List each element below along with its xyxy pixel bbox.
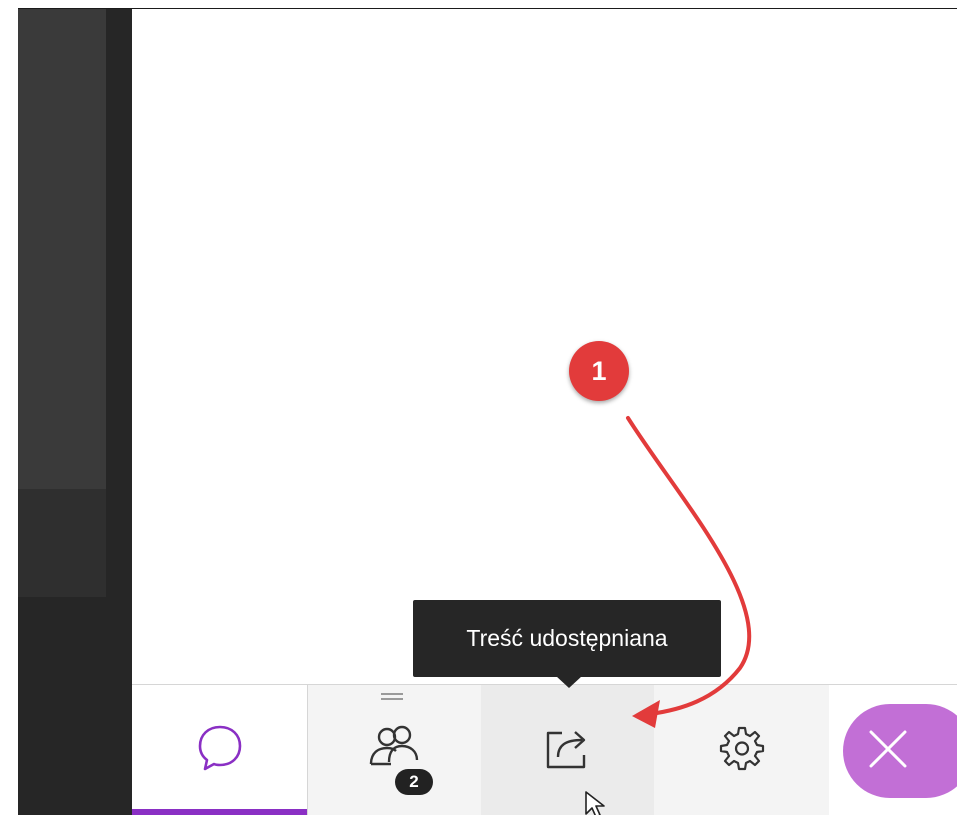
gear-icon bbox=[718, 724, 766, 777]
tab-settings[interactable] bbox=[654, 685, 829, 815]
tab-chat[interactable] bbox=[132, 685, 307, 815]
main-stage bbox=[132, 9, 957, 685]
screenshot-frame: 2 Treść udostępniana 1 bbox=[0, 0, 957, 815]
step-marker: 1 bbox=[569, 341, 629, 401]
mouse-cursor-icon bbox=[585, 791, 605, 815]
left-panel-upper bbox=[18, 8, 106, 489]
tab-share-content[interactable] bbox=[481, 685, 654, 815]
top-margin bbox=[0, 0, 957, 8]
left-panel-lower bbox=[18, 489, 106, 597]
panel-drag-handle[interactable] bbox=[381, 693, 403, 701]
close-icon bbox=[865, 726, 911, 777]
tooltip-pointer bbox=[556, 676, 582, 688]
collaborate-toolbar bbox=[132, 684, 957, 815]
active-tab-indicator bbox=[132, 809, 307, 815]
close-button[interactable] bbox=[843, 704, 957, 798]
attendees-count-badge: 2 bbox=[395, 769, 433, 795]
share-content-icon bbox=[540, 723, 596, 778]
chat-bubble-icon bbox=[195, 723, 245, 778]
left-margin bbox=[0, 8, 18, 815]
tab-attendees[interactable] bbox=[308, 685, 481, 815]
share-content-tooltip: Treść udostępniana bbox=[413, 600, 721, 677]
